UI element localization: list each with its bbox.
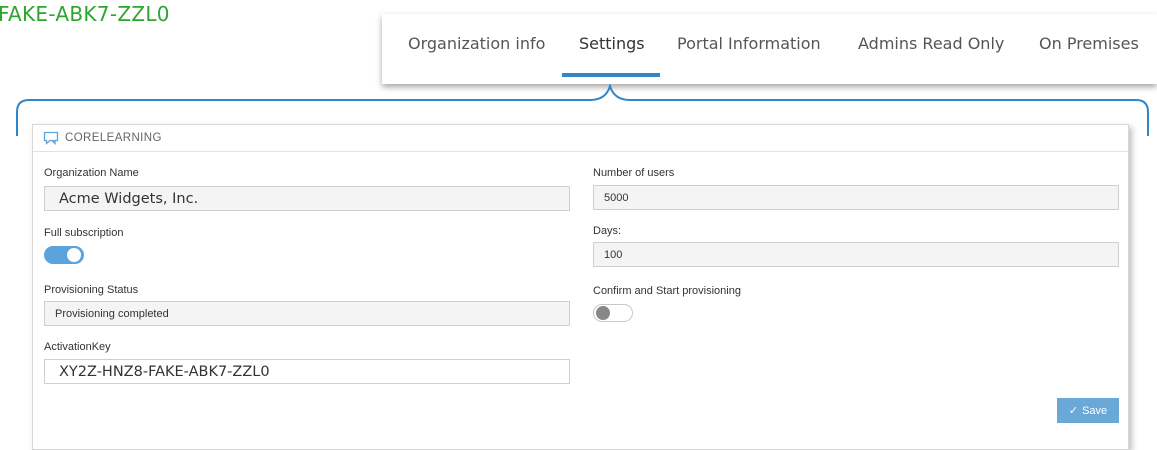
save-button[interactable]: ✓ Save xyxy=(1057,398,1119,423)
number-of-users-input[interactable]: 5000 xyxy=(593,185,1119,210)
provisioning-status-label: Provisioning Status xyxy=(44,284,139,296)
activation-key-input[interactable]: XY2Z-HNZ8-FAKE-ABK7-ZZL0 xyxy=(44,359,570,384)
chat-bubble-icon xyxy=(43,131,59,145)
tab-organization-info[interactable]: Organization info xyxy=(408,34,545,53)
confirm-provisioning-toggle[interactable] xyxy=(593,304,633,322)
save-button-label: Save xyxy=(1082,404,1108,417)
days-label: Days: xyxy=(593,225,622,237)
full-subscription-label: Full subscription xyxy=(44,227,124,239)
confirm-provisioning-label: Confirm and Start provisioning xyxy=(593,285,741,297)
tab-admins-read-only[interactable]: Admins Read Only xyxy=(858,34,1004,53)
panel-header: CORELEARNING xyxy=(33,125,1128,152)
active-tab-indicator xyxy=(562,73,660,77)
number-of-users-label: Number of users xyxy=(593,167,675,179)
panel-title: CORELEARNING xyxy=(65,132,162,144)
organization-name-label: Organization Name xyxy=(44,167,139,179)
activation-key-overlay-text: FAKE-ABK7-ZZL0 xyxy=(0,2,170,26)
provisioning-status-field: Provisioning completed xyxy=(44,301,570,326)
tab-portal-information[interactable]: Portal Information xyxy=(677,34,821,53)
activation-key-label: ActivationKey xyxy=(44,341,111,353)
full-subscription-toggle[interactable] xyxy=(44,246,84,264)
days-input[interactable]: 100 xyxy=(593,242,1119,267)
tab-settings[interactable]: Settings xyxy=(579,34,645,53)
organization-settings-panel: CORELEARNING Organization Name Acme Widg… xyxy=(32,124,1129,450)
tab-on-premises[interactable]: On Premises xyxy=(1039,34,1139,53)
tab-bar: Organization info Settings Portal Inform… xyxy=(382,14,1157,84)
checkmark-icon: ✓ xyxy=(1068,405,1079,417)
toggle-knob xyxy=(67,248,81,262)
toggle-knob xyxy=(596,306,610,320)
organization-name-input[interactable]: Acme Widgets, Inc. xyxy=(44,186,570,211)
